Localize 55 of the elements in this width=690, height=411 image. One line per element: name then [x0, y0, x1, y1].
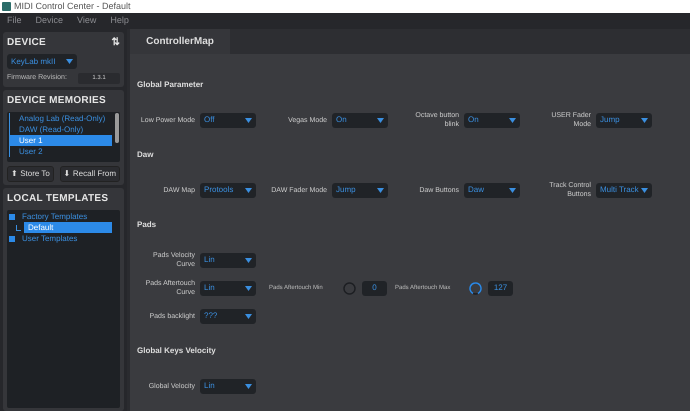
panel-heading: LOCAL TEMPLATES — [7, 192, 110, 206]
caret-icon — [377, 188, 384, 192]
panel-heading: DEVICE — [7, 36, 46, 50]
tab[interactable]: ControllerMap — [130, 29, 230, 54]
dropdown[interactable]: Jump — [332, 182, 388, 198]
dropdown[interactable]: Protools — [200, 182, 256, 198]
tree-item[interactable]: User Templates — [18, 233, 112, 244]
tree-item[interactable]: Default — [24, 222, 112, 233]
dropdown[interactable]: Lin — [200, 252, 256, 268]
dropdown[interactable]: Multi Track — [596, 182, 652, 198]
menu-item[interactable]: Help — [103, 14, 136, 28]
memory-item[interactable]: Analog Lab (Read-Only) — [9, 113, 112, 124]
caret-icon — [245, 286, 252, 290]
dropdown[interactable]: Off — [200, 112, 256, 128]
expand-icon[interactable] — [9, 214, 15, 220]
menu-item[interactable]: File — [0, 14, 29, 28]
caret-icon — [245, 314, 252, 318]
caret-icon — [245, 188, 252, 192]
section-heading: Global Parameter — [137, 79, 204, 91]
menu-item[interactable]: View — [70, 14, 104, 28]
memory-button[interactable]: ⬇ Recall From — [60, 166, 120, 182]
dropdown[interactable]: Jump — [596, 112, 652, 128]
memory-item[interactable]: User 2 — [9, 146, 112, 157]
caret-icon — [66, 59, 73, 64]
dropdown[interactable]: On — [464, 112, 520, 128]
menu-item[interactable]: Device — [28, 14, 70, 28]
caret-icon — [377, 118, 384, 122]
app-icon — [2, 2, 11, 11]
caret-icon — [245, 118, 252, 122]
section-heading: Daw — [137, 149, 154, 161]
caret-icon — [509, 118, 516, 122]
value-field[interactable]: 127 — [488, 280, 513, 296]
section-heading: Pads — [137, 219, 158, 231]
caret-icon — [245, 384, 252, 388]
scrollbar[interactable] — [115, 113, 119, 143]
device-dropdown[interactable]: KeyLab mkII — [7, 54, 77, 69]
memory-item[interactable]: User 1 — [9, 135, 112, 146]
caret-icon — [509, 188, 516, 192]
dropdown[interactable]: ??? — [200, 308, 256, 324]
caret-icon — [641, 118, 648, 122]
memory-button[interactable]: ⬆ Store To — [7, 166, 54, 182]
expand-icon[interactable] — [9, 236, 15, 242]
panel-heading: DEVICE MEMORIES — [7, 94, 107, 108]
tree-item[interactable]: Factory Templates — [18, 211, 112, 222]
section-heading: Global Keys Velocity — [137, 345, 217, 357]
value-field[interactable]: 0 — [362, 280, 387, 296]
caret-icon — [245, 258, 252, 262]
dropdown[interactable]: Daw — [464, 182, 520, 198]
window-title: MIDI Control Center - Default — [14, 0, 131, 13]
dropdown[interactable]: Lin — [200, 280, 256, 296]
sort-icon[interactable]: ⇅ — [112, 35, 120, 50]
knob[interactable] — [469, 282, 482, 294]
dropdown[interactable]: On — [332, 112, 388, 128]
caret-icon — [641, 188, 648, 192]
dropdown[interactable]: Lin — [200, 378, 256, 394]
